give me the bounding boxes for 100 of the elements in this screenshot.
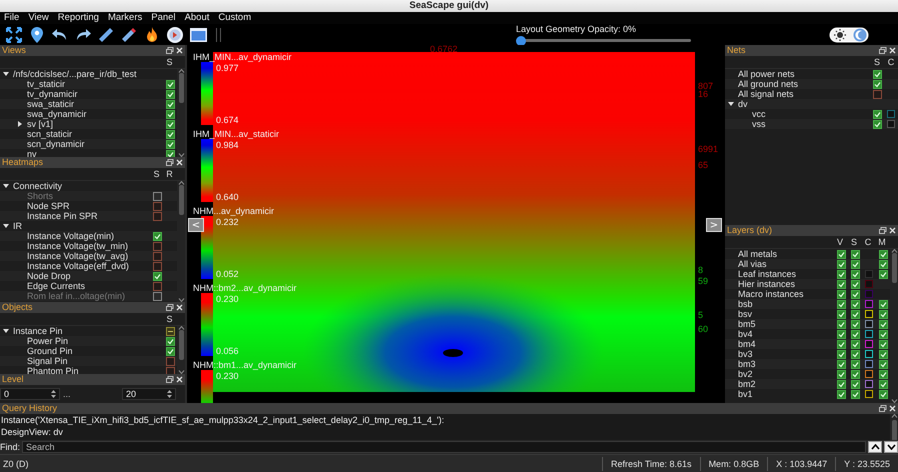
- checkbox[interactable]: [166, 130, 175, 138]
- theme-toggle[interactable]: [829, 26, 869, 42]
- tree-item[interactable]: IR: [13, 221, 22, 231]
- scrollbar-thumb[interactable]: [178, 330, 184, 360]
- scrollbar[interactable]: [177, 69, 185, 157]
- checkbox[interactable]: [153, 282, 162, 290]
- caret-icon[interactable]: [3, 328, 9, 334]
- tree-item[interactable]: bsv: [738, 309, 752, 319]
- checkbox[interactable]: [850, 250, 860, 258]
- menu-item[interactable]: View: [28, 12, 49, 24]
- checkbox[interactable]: [850, 300, 860, 308]
- marker-icon[interactable]: [120, 26, 138, 44]
- checkbox[interactable]: [836, 250, 846, 258]
- float-close-icon[interactable]: [879, 405, 896, 412]
- checkbox[interactable]: [850, 390, 860, 398]
- color-swatch[interactable]: [887, 110, 895, 118]
- checkbox[interactable]: [850, 380, 860, 388]
- checkbox[interactable]: [153, 232, 162, 240]
- checkbox[interactable]: [872, 110, 882, 118]
- tree-item[interactable]: vcc: [752, 109, 766, 119]
- float-close-icon[interactable]: [879, 47, 896, 54]
- tree-item[interactable]: All power nets: [738, 69, 795, 79]
- tree-item[interactable]: /nfs/cdcislsec/...pare_ir/db_test: [13, 69, 137, 79]
- float-close-icon[interactable]: [166, 304, 183, 311]
- tree-item[interactable]: tv_dynamicir: [27, 89, 78, 99]
- float-close-icon[interactable]: [166, 376, 183, 383]
- checkbox[interactable]: [850, 280, 860, 288]
- tree-item[interactable]: Connectivity: [13, 181, 62, 191]
- checkbox[interactable]: [153, 202, 162, 210]
- previous-match-button[interactable]: [868, 441, 882, 453]
- spin-arrows-icon[interactable]: [51, 390, 56, 398]
- color-swatch[interactable]: [865, 310, 873, 318]
- checkbox[interactable]: [878, 330, 888, 338]
- checkbox[interactable]: [850, 330, 860, 338]
- tree-item[interactable]: Leaf instances: [738, 269, 796, 279]
- next-match-button[interactable]: [884, 441, 898, 453]
- checkbox[interactable]: [836, 350, 846, 358]
- disc-icon[interactable]: [166, 26, 184, 44]
- menu-item[interactable]: Reporting: [58, 12, 99, 24]
- tree-item[interactable]: bv2: [738, 369, 753, 379]
- tree-item[interactable]: swa_dynamicir: [27, 109, 87, 119]
- tree-item[interactable]: All vias: [738, 259, 767, 269]
- color-swatch[interactable]: [865, 300, 873, 308]
- checkbox[interactable]: [836, 370, 846, 378]
- chevron-down-icon[interactable]: [886, 444, 896, 450]
- scrollbar-thumb[interactable]: [178, 73, 184, 103]
- tree-item[interactable]: All signal nets: [738, 89, 794, 99]
- tree-item[interactable]: vss: [752, 119, 766, 129]
- spin-box[interactable]: 0: [0, 388, 60, 400]
- scrollbar[interactable]: [177, 181, 185, 302]
- checkbox[interactable]: [878, 260, 888, 268]
- color-swatch[interactable]: [865, 330, 873, 338]
- tree-item[interactable]: dv: [738, 99, 748, 109]
- tree-item[interactable]: Phantom Pin: [27, 366, 79, 374]
- color-swatch[interactable]: [865, 290, 873, 298]
- menu-item[interactable]: About: [184, 12, 210, 24]
- checkbox[interactable]: [836, 290, 846, 298]
- tree-item[interactable]: All metals: [738, 249, 778, 259]
- checkbox[interactable]: [850, 350, 860, 358]
- checkbox[interactable]: [836, 380, 846, 388]
- checkbox[interactable]: [166, 346, 175, 356]
- checkbox[interactable]: [872, 120, 882, 128]
- checkbox[interactable]: [166, 90, 175, 98]
- checkbox[interactable]: [878, 310, 888, 318]
- checkbox[interactable]: [153, 272, 162, 280]
- tree-item[interactable]: bm2: [738, 379, 756, 389]
- tree-item[interactable]: bm4: [738, 339, 756, 349]
- checkbox[interactable]: [850, 370, 860, 378]
- checkbox[interactable]: [878, 380, 888, 388]
- color-swatch[interactable]: [865, 270, 873, 278]
- checkbox[interactable]: [153, 242, 162, 250]
- scrollbar[interactable]: [177, 326, 185, 374]
- spin-box[interactable]: 20: [122, 388, 176, 400]
- tree-item[interactable]: Macro instances: [738, 289, 804, 299]
- checkbox[interactable]: [166, 110, 175, 118]
- caret-icon[interactable]: [3, 71, 9, 77]
- checkbox[interactable]: [878, 350, 888, 358]
- checkbox[interactable]: [836, 330, 846, 338]
- color-swatch[interactable]: [887, 120, 895, 128]
- checkbox[interactable]: [166, 80, 175, 88]
- checkbox[interactable]: [850, 320, 860, 328]
- checkbox[interactable]: [850, 260, 860, 268]
- checkbox[interactable]: [153, 262, 162, 270]
- tree-item[interactable]: sv [v1]: [27, 119, 54, 129]
- tree-item[interactable]: Edge Currents: [27, 281, 86, 291]
- checkbox[interactable]: [878, 320, 888, 328]
- checkbox[interactable]: [836, 360, 846, 368]
- color-swatch[interactable]: [865, 340, 873, 348]
- tree-item[interactable]: bv4: [738, 329, 753, 339]
- tree-item[interactable]: Instance Voltage(eff_dvd): [27, 261, 129, 271]
- checkbox[interactable]: [850, 290, 860, 298]
- checkbox[interactable]: [850, 360, 860, 368]
- tree-item[interactable]: Ground Pin: [27, 346, 73, 356]
- scrollbar[interactable]: [890, 249, 898, 403]
- menu-item[interactable]: File: [4, 12, 20, 24]
- checkbox[interactable]: [836, 310, 846, 318]
- tree-item[interactable]: bm5: [738, 319, 756, 329]
- spin-arrows-icon[interactable]: [167, 390, 172, 398]
- color-swatch[interactable]: [865, 360, 873, 368]
- checkbox[interactable]: [836, 280, 846, 288]
